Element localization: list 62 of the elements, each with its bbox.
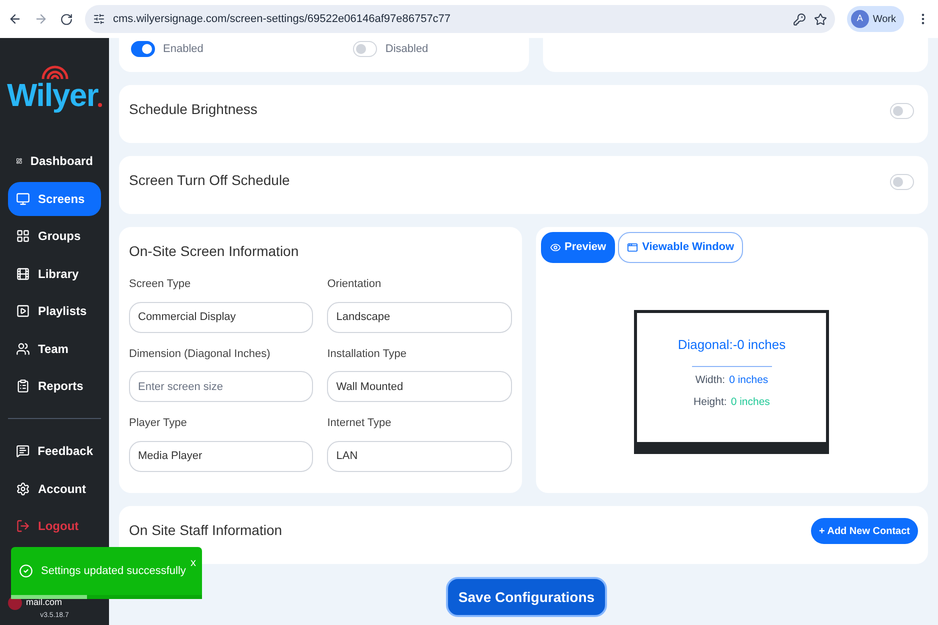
preview-tab[interactable]: Viewable Window — [618, 232, 744, 263]
bookmark-star-icon[interactable] — [814, 12, 827, 26]
eye-icon — [550, 242, 560, 253]
grid-icon — [16, 229, 30, 243]
signal-arcs-icon — [40, 65, 70, 79]
card-title: On Site Staff Information — [129, 521, 282, 540]
window-icon — [627, 242, 638, 253]
back-icon[interactable] — [8, 12, 22, 26]
input-field[interactable]: Landscape — [327, 302, 512, 332]
card-title: Screen Turn Off Schedule — [129, 171, 290, 190]
save-button[interactable]: Save Configurations — [446, 577, 607, 617]
clipboard-icon — [16, 379, 30, 393]
sidebar-item[interactable]: Dashboard — [8, 144, 101, 178]
field-label: Dimension (Diagonal Inches) — [129, 346, 272, 362]
card-title: Schedule Brightness — [129, 100, 258, 119]
field-label: Installation Type — [327, 346, 408, 362]
message-icon — [16, 444, 30, 458]
toggle-switch[interactable] — [131, 41, 155, 58]
toggle-label: Disabled — [385, 42, 428, 57]
profile-avatar: A — [850, 10, 869, 28]
height-label: Height: — [694, 394, 727, 410]
logout-icon — [16, 519, 30, 533]
width-value: 0 inches — [729, 373, 768, 388]
sidebar-item[interactable]: Account — [8, 472, 101, 506]
input-field[interactable]: Enter screen size — [129, 371, 314, 402]
address-bar[interactable]: cms.wilyersignage.com/screen-settings/69522e06146af97e86757c77 — [85, 5, 835, 33]
play-icon — [16, 304, 30, 318]
diagonal-text: Diagonal:-0 inches — [678, 336, 786, 354]
width-label: Width: — [695, 373, 726, 388]
card-title: On-Site Screen Information — [129, 242, 300, 261]
input-field[interactable]: Wall Mounted — [327, 371, 512, 402]
logo-text: Wilyer — [7, 79, 98, 111]
sidebar-item[interactable]: Reports — [8, 369, 101, 403]
forward-icon[interactable] — [34, 12, 48, 26]
toast-message: Settings updated successfully — [41, 564, 186, 579]
monitor-icon — [16, 192, 30, 206]
sidebar-item[interactable]: Feedback — [8, 434, 101, 468]
profile-button[interactable]: A Work — [846, 6, 904, 32]
input-field[interactable]: Commercial Display — [129, 302, 314, 332]
add-contact-button[interactable]: + Add New Contact — [810, 518, 918, 544]
field-label: Orientation — [327, 277, 382, 292]
check-icon — [19, 564, 33, 578]
input-field[interactable]: Media Player — [129, 440, 314, 472]
toggle-label: Enabled — [163, 42, 204, 57]
sidebar-item[interactable]: Team — [8, 332, 101, 366]
sidebar-item[interactable]: Groups — [8, 219, 101, 253]
height-value: 0 inches — [730, 394, 770, 410]
sidebar-item[interactable]: Screens — [8, 182, 101, 216]
film-icon — [16, 266, 30, 280]
sidebar-item[interactable]: Playlists — [8, 294, 101, 328]
key-icon[interactable] — [792, 12, 806, 26]
people-icon — [16, 342, 30, 356]
preview-tab[interactable]: Preview — [540, 232, 616, 263]
field-label: Internet Type — [327, 416, 392, 431]
reload-icon[interactable] — [60, 12, 73, 26]
field-label: Player Type — [129, 416, 188, 431]
sidebar-item[interactable]: Library — [8, 256, 101, 290]
user-email: mail.com — [26, 596, 62, 610]
field-label: Screen Type — [129, 277, 192, 292]
site-settings-icon[interactable] — [93, 13, 105, 25]
input-field[interactable]: LAN — [327, 440, 512, 472]
settings-icon — [16, 482, 30, 496]
